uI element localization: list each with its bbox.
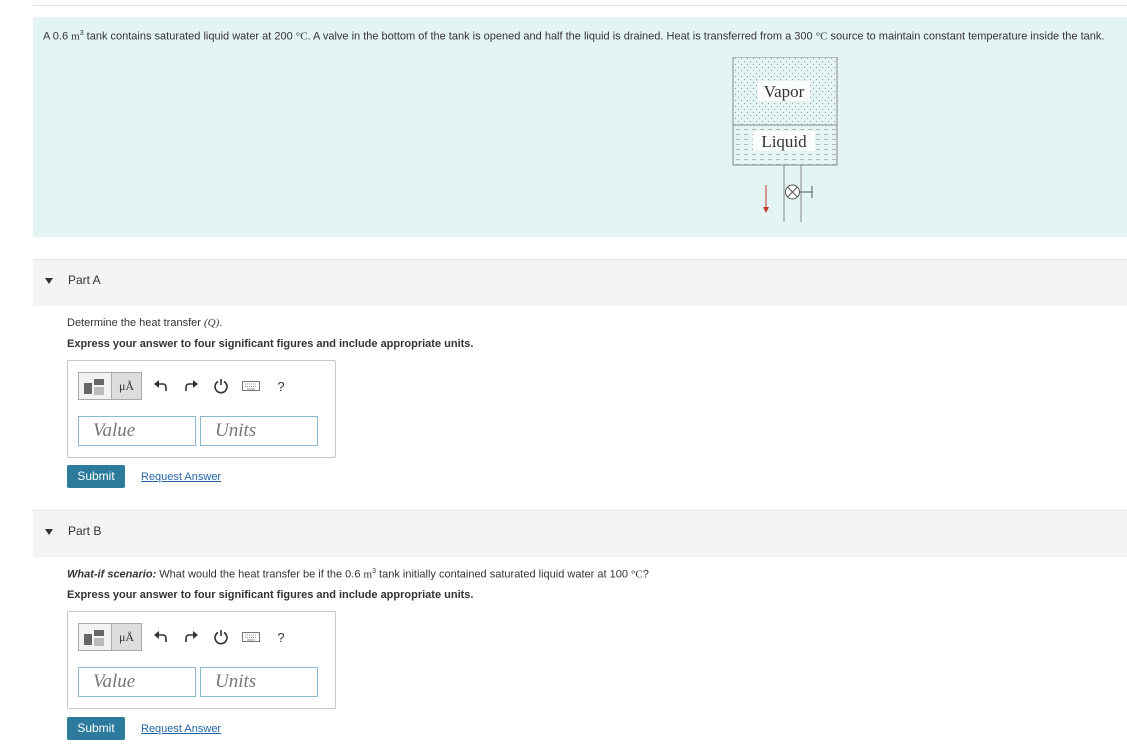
part-a-title: Part A: [68, 273, 101, 287]
top-divider: [33, 5, 1127, 6]
part-a-submit-button[interactable]: Submit: [67, 465, 125, 488]
vapor-label: Vapor: [764, 82, 805, 101]
reset-icon[interactable]: [206, 623, 236, 651]
part-a-question: Determine the heat transfer (Q).: [67, 317, 223, 329]
caret-down-icon[interactable]: [45, 529, 53, 535]
part-b-question: What-if scenario: What would the heat tr…: [67, 568, 649, 581]
units-button[interactable]: μÅ: [112, 623, 142, 651]
part-b-answer-editor: μÅ ? Value Units: [67, 611, 336, 709]
reset-icon[interactable]: [206, 372, 236, 400]
part-a-request-answer-link[interactable]: Request Answer: [141, 471, 221, 483]
help-icon[interactable]: ?: [266, 623, 296, 651]
part-a-value-input[interactable]: Value: [78, 416, 196, 446]
keyboard-icon[interactable]: [236, 372, 266, 400]
caret-down-icon[interactable]: [45, 278, 53, 284]
problem-statement: A 0.6 m3 tank contains saturated liquid …: [33, 17, 1127, 237]
part-a-units-input[interactable]: Units: [200, 416, 318, 446]
problem-text: A 0.6 m3 tank contains saturated liquid …: [43, 30, 1105, 43]
tank-figure: Vapor Liquid: [732, 57, 838, 222]
part-b-submit-button[interactable]: Submit: [67, 717, 125, 740]
part-b-header[interactable]: Part B: [33, 510, 1127, 557]
part-a-header[interactable]: Part A: [33, 259, 1127, 306]
help-icon[interactable]: ?: [266, 372, 296, 400]
redo-icon[interactable]: [176, 623, 206, 651]
units-button[interactable]: μÅ: [112, 372, 142, 400]
templates-icon[interactable]: [78, 372, 112, 400]
undo-icon[interactable]: [146, 372, 176, 400]
part-b-value-input[interactable]: Value: [78, 667, 196, 697]
part-a-instruction: Express your answer to four significant …: [67, 338, 474, 350]
part-b-units-input[interactable]: Units: [200, 667, 318, 697]
part-b-instruction: Express your answer to four significant …: [67, 589, 474, 601]
redo-icon[interactable]: [176, 372, 206, 400]
templates-icon[interactable]: [78, 623, 112, 651]
part-a-toolbar: μÅ ?: [78, 371, 296, 401]
part-b-title: Part B: [68, 524, 102, 538]
part-a-answer-editor: μÅ ? Value Units: [67, 360, 336, 458]
keyboard-icon[interactable]: [236, 623, 266, 651]
liquid-label: Liquid: [761, 132, 807, 151]
undo-icon[interactable]: [146, 623, 176, 651]
part-b-toolbar: μÅ ?: [78, 622, 296, 652]
part-b-request-answer-link[interactable]: Request Answer: [141, 723, 221, 735]
